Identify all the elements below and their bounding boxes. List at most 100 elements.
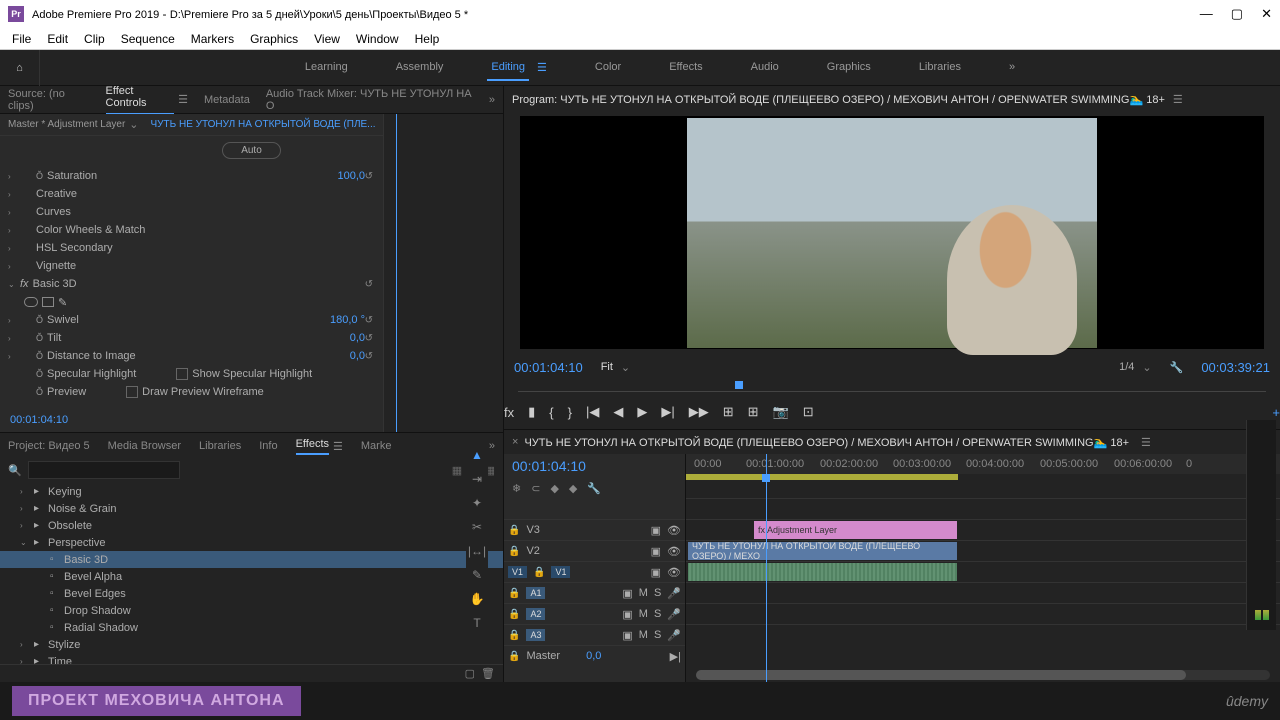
- menu-sequence[interactable]: Sequence: [113, 32, 183, 46]
- toggle-icon[interactable]: ▣: [622, 608, 632, 621]
- workspace-graphics[interactable]: Graphics: [823, 55, 875, 81]
- effect-drop-shadow[interactable]: ▫Drop Shadow: [0, 602, 503, 619]
- effect-time[interactable]: ›▸Time: [0, 653, 503, 664]
- link-icon[interactable]: ⊂: [531, 482, 540, 495]
- close-button[interactable]: ✕: [1261, 6, 1272, 22]
- selection-tool[interactable]: ▲: [471, 448, 483, 462]
- lock-icon[interactable]: 🔒: [508, 525, 520, 536]
- panel-menu-icon[interactable]: ☰: [178, 93, 188, 106]
- dropdown-icon[interactable]: ⌄: [129, 118, 138, 131]
- mic-icon[interactable]: 🎤: [667, 608, 681, 621]
- compare-button[interactable]: ⊡: [803, 404, 814, 420]
- tab-libraries[interactable]: Libraries: [199, 440, 241, 452]
- output-icon[interactable]: ▶|: [670, 650, 681, 663]
- solo-button[interactable]: S: [654, 608, 661, 620]
- wrench-icon[interactable]: 🔧: [1170, 361, 1184, 374]
- track-v2-label[interactable]: V2: [526, 545, 539, 557]
- workspace-effects[interactable]: Effects: [665, 55, 706, 81]
- timeline-playhead[interactable]: [766, 454, 767, 682]
- effect-obsolete[interactable]: ›▸Obsolete: [0, 517, 503, 534]
- export-frame-button[interactable]: 📷: [773, 404, 789, 420]
- workspace-audio[interactable]: Audio: [747, 55, 783, 81]
- tab-project[interactable]: Project: Видео 5: [8, 440, 90, 452]
- effect-radial-shadow[interactable]: ▫Radial Shadow: [0, 619, 503, 636]
- toggle-icon[interactable]: ▣: [651, 566, 661, 579]
- master-value[interactable]: 0,0: [586, 650, 601, 662]
- extract-button[interactable]: ⊞: [748, 404, 759, 420]
- clip-video[interactable]: ЧУТЬ НЕ УТОНУЛ НА ОТКРЫТОЙ ВОДЕ (ПЛЕЩЕЕВ…: [688, 542, 957, 560]
- close-icon[interactable]: ×: [512, 436, 518, 448]
- lock-icon[interactable]: 🔒: [508, 546, 520, 557]
- effects-search-input[interactable]: [28, 461, 180, 479]
- tab-info[interactable]: Info: [259, 440, 277, 452]
- preset-icon[interactable]: ▦: [452, 464, 462, 477]
- track-a1-label[interactable]: A1: [526, 587, 545, 599]
- tab-markers[interactable]: Marke: [361, 440, 392, 452]
- pen-tool[interactable]: ✎: [472, 568, 482, 582]
- panel-menu-icon[interactable]: ☰: [1173, 93, 1183, 106]
- clip-adjustment-layer[interactable]: fx Adjustment Layer: [754, 521, 957, 539]
- mute-button[interactable]: M: [639, 629, 648, 641]
- source-v1-badge[interactable]: V1: [508, 566, 527, 578]
- in-button[interactable]: {: [549, 405, 553, 420]
- snap-icon[interactable]: ❄: [512, 482, 521, 495]
- effect-noise-&-grain[interactable]: ›▸Noise & Grain: [0, 500, 503, 517]
- maximize-button[interactable]: ▢: [1231, 6, 1243, 22]
- toggle-icon[interactable]: ▣: [651, 545, 661, 558]
- workspace-editing[interactable]: Editing: [487, 55, 529, 81]
- playhead-icon[interactable]: [735, 381, 743, 389]
- lock-icon[interactable]: 🔒: [508, 588, 520, 599]
- workspace-assembly[interactable]: Assembly: [392, 55, 448, 81]
- mic-icon[interactable]: 🎤: [667, 629, 681, 642]
- effect-stylize[interactable]: ›▸Stylize: [0, 636, 503, 653]
- toggle-icon[interactable]: ▣: [622, 587, 632, 600]
- tab-effect-controls[interactable]: Effect Controls: [106, 85, 175, 115]
- work-area-bar[interactable]: [686, 474, 958, 480]
- razor-tool[interactable]: ✂: [472, 520, 482, 534]
- tab-metadata[interactable]: Metadata: [204, 94, 250, 106]
- menu-help[interactable]: Help: [407, 32, 448, 46]
- toggle-icon[interactable]: ▣: [651, 524, 661, 537]
- menu-edit[interactable]: Edit: [39, 32, 76, 46]
- track-select-tool[interactable]: ⇥: [472, 472, 482, 486]
- marker-icon[interactable]: ◆: [550, 482, 558, 495]
- home-icon[interactable]: ⌂: [0, 50, 40, 86]
- workspace-menu-icon[interactable]: ☰: [533, 55, 551, 81]
- hand-tool[interactable]: ✋: [470, 592, 485, 606]
- add-button[interactable]: +: [1272, 405, 1280, 420]
- program-scrubber[interactable]: [518, 381, 1266, 395]
- menu-clip[interactable]: Clip: [76, 32, 113, 46]
- workspace-libraries[interactable]: Libraries: [915, 55, 965, 81]
- step-back-button[interactable]: ◀: [613, 404, 623, 420]
- delete-icon[interactable]: 🗑: [481, 667, 495, 680]
- overflow-icon[interactable]: »: [489, 440, 495, 452]
- workspace-color[interactable]: Color: [591, 55, 625, 81]
- mic-icon[interactable]: 🎤: [667, 587, 681, 600]
- goto-out-button[interactable]: ▶▶: [689, 404, 709, 420]
- mute-button[interactable]: M: [639, 587, 648, 599]
- menu-file[interactable]: File: [4, 32, 39, 46]
- lock-icon[interactable]: 🔒: [508, 651, 520, 662]
- menu-window[interactable]: Window: [348, 32, 407, 46]
- lock-icon[interactable]: 🔒: [508, 630, 520, 641]
- goto-in-button[interactable]: |◀: [586, 404, 599, 420]
- effect-keying[interactable]: ›▸Keying: [0, 483, 503, 500]
- ec-playhead[interactable]: [396, 114, 397, 432]
- slip-tool[interactable]: |↔|: [468, 544, 486, 558]
- eye-icon[interactable]: 👁: [667, 545, 681, 558]
- overflow-icon[interactable]: »: [489, 94, 495, 106]
- lock-icon[interactable]: 🔒: [533, 567, 545, 578]
- program-preview[interactable]: [520, 116, 1264, 349]
- lock-icon[interactable]: 🔒: [508, 609, 520, 620]
- minimize-button[interactable]: —: [1200, 6, 1213, 22]
- workspace-learning[interactable]: Learning: [301, 55, 352, 81]
- wrench-icon[interactable]: 🔧: [587, 482, 601, 495]
- track-v1-label[interactable]: V1: [551, 566, 570, 578]
- timeline-zoom-scrollbar[interactable]: [696, 670, 1270, 680]
- effect-bevel-edges[interactable]: ▫Bevel Edges: [0, 585, 503, 602]
- eye-icon[interactable]: 👁: [667, 524, 681, 537]
- tab-effects[interactable]: Effects: [296, 438, 329, 455]
- auto-button[interactable]: Auto: [222, 142, 281, 159]
- panel-menu-icon[interactable]: ☰: [1141, 436, 1151, 449]
- marker2-icon[interactable]: ◆: [569, 482, 577, 495]
